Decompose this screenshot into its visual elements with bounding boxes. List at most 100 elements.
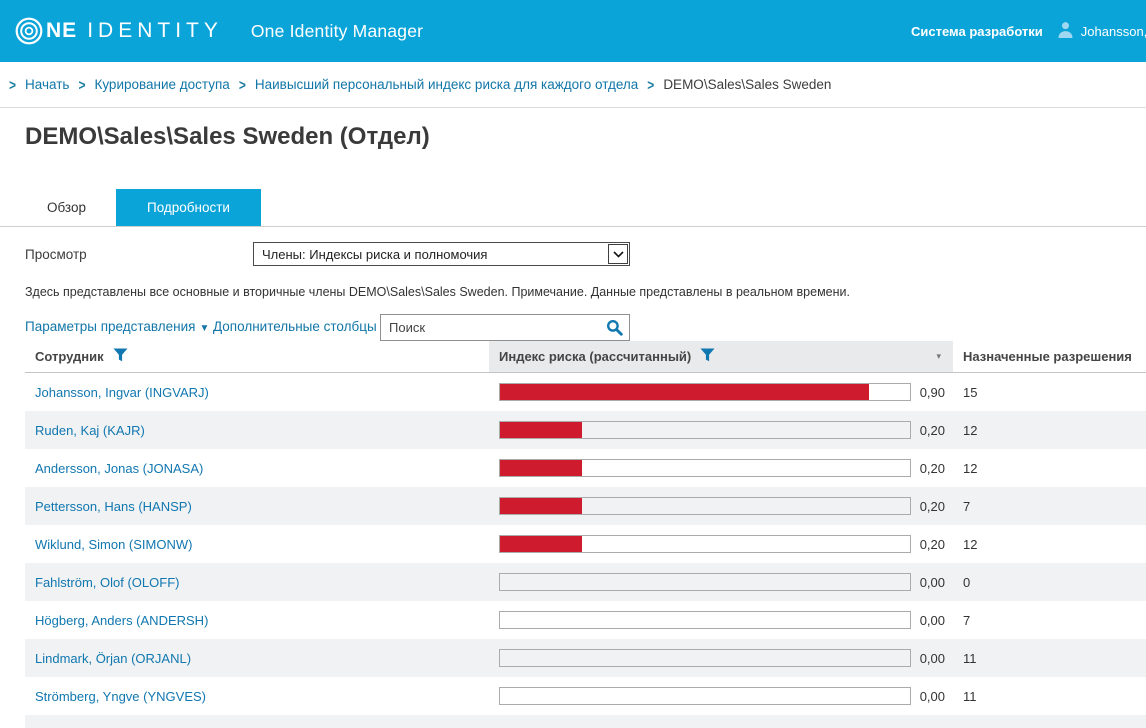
additional-columns-link[interactable]: Дополнительные столбцы [213,319,377,334]
risk-bar-fill [500,536,582,552]
risk-value: 0,00 [920,651,945,666]
permissions-header-label: Назначенные разрешения [963,349,1132,364]
table-row: Wiklund, Simon (SIMONW) 0,20 12 [25,525,1146,563]
members-table: Сотрудник Индекс риска (рассчитанный) ▾ … [25,341,1146,728]
select-dropdown-icon[interactable] [608,244,628,264]
breadcrumb-chevron-icon: > [9,76,16,94]
employee-link[interactable]: Fahlström, Olof (OLOFF) [35,575,179,590]
table-row: Andersson, Jonas (JONASA) 0,20 12 [25,449,1146,487]
product-title: One Identity Manager [251,21,423,42]
risk-value: 0,00 [920,575,945,590]
user-menu[interactable]: Johansson, Ingvar [1057,21,1146,41]
risk-bar [499,421,911,439]
risk-value: 0,00 [920,613,945,628]
app-header: NE IDENTITY One Identity Manager Система… [0,0,1146,62]
employee-link[interactable]: Andersson, Jonas (JONASA) [35,461,203,476]
table-row: Fahlström, Olof (OLOFF) 0,00 0 [25,563,1146,601]
view-label: Просмотр [25,247,253,262]
risk-bar [499,383,911,401]
risk-bar [499,611,911,629]
risk-bar [499,649,911,667]
user-icon [1057,21,1074,41]
tabbar: Обзор Подробности [0,189,1146,227]
risk-value: 0,20 [920,499,945,514]
permissions-value: 0 [963,575,970,590]
risk-bar-fill [500,422,582,438]
risk-bar [499,497,911,515]
brand-identity-text: IDENTITY [87,19,223,43]
table-row: Lindmark, Örjan (ORJANL) 0,00 11 [25,639,1146,677]
view-settings-link[interactable]: Параметры представления ▼ [25,319,209,334]
table-row: Strömberg, Yngve (YNGVES) 0,00 11 [25,677,1146,715]
caret-down-icon: ▼ [199,323,209,334]
user-name: Johansson, Ingvar [1081,24,1146,39]
header-right: Система разработки Johansson, Ingvar [911,0,1146,62]
risk-bar-fill [500,384,869,400]
risk-value: 0,00 [920,689,945,704]
risk-value: 0,20 [920,537,945,552]
permissions-value: 12 [963,423,977,438]
view-select-value: Члены: Индексы риска и полномочия [254,247,608,262]
search-box [380,314,630,341]
risk-bar [499,535,911,553]
tab-details[interactable]: Подробности [116,189,261,226]
table-row: Ruden, Kaj (KAJR) 0,20 12 [25,411,1146,449]
environment-label: Система разработки [911,24,1043,39]
breadcrumb-current: DEMO\Sales\Sales Sweden [663,77,831,92]
one-identity-logo: NE IDENTITY [14,16,223,46]
employee-header-label: Сотрудник [35,349,104,364]
column-header-risk-index[interactable]: Индекс риска (рассчитанный) ▾ [489,341,953,372]
sort-indicator-icon[interactable]: ▾ [936,351,941,362]
risk-bar-fill [500,460,582,476]
employee-link[interactable]: Johansson, Ingvar (INGVARJ) [35,385,209,400]
risk-bar-fill [500,498,582,514]
column-header-permissions[interactable]: Назначенные разрешения [953,341,1146,372]
breadcrumb-chevron-icon: > [647,76,654,94]
permissions-value: 7 [963,499,970,514]
filter-icon[interactable] [113,348,128,365]
table-row-partial [25,715,1146,728]
risk-bar [499,573,911,591]
view-form-row: Просмотр Члены: Индексы риска и полномоч… [25,242,1146,266]
permissions-value: 12 [963,537,977,552]
permissions-value: 7 [963,613,970,628]
breadcrumb-chevron-icon: > [239,76,246,94]
filter-icon[interactable] [700,348,715,365]
breadcrumb: > Начать > Курирование доступа > Наивысш… [0,62,1146,108]
permissions-value: 15 [963,385,977,400]
members-description: Здесь представлены все основные и вторич… [25,285,1146,299]
permissions-value: 11 [963,651,977,666]
risk-index-header-label: Индекс риска (рассчитанный) [499,349,691,364]
table-row: Högberg, Anders (ANDERSH) 0,00 7 [25,601,1146,639]
permissions-value: 12 [963,461,977,476]
employee-link[interactable]: Högberg, Anders (ANDERSH) [35,613,208,628]
view-select[interactable]: Члены: Индексы риска и полномочия [253,242,630,266]
table-row: Johansson, Ingvar (INGVARJ) 0,90 15 [25,373,1146,411]
table-header: Сотрудник Индекс риска (рассчитанный) ▾ … [25,341,1146,373]
page-title: DEMO\Sales\Sales Sweden (Отдел) [25,123,1146,151]
employee-link[interactable]: Ruden, Kaj (KAJR) [35,423,145,438]
employee-link[interactable]: Strömberg, Yngve (YNGVES) [35,689,206,704]
breadcrumb-home[interactable]: Начать [25,77,69,92]
tab-overview[interactable]: Обзор [30,189,103,226]
table-toolbar: Параметры представления ▼ Дополнительные … [25,314,1146,341]
employee-link[interactable]: Wiklund, Simon (SIMONW) [35,537,192,552]
permissions-value: 11 [963,689,977,704]
risk-value: 0,90 [920,385,945,400]
breadcrumb-chevron-icon: > [78,76,85,94]
brand-one-text: NE [46,19,77,43]
risk-bar [499,459,911,477]
breadcrumb-access-governance[interactable]: Курирование доступа [94,77,229,92]
risk-bar [499,687,911,705]
breadcrumb-risk-index-report[interactable]: Наивысший персональный индекс риска для … [255,77,638,92]
employee-link[interactable]: Lindmark, Örjan (ORJANL) [35,651,191,666]
risk-value: 0,20 [920,461,945,476]
view-settings-label: Параметры представления [25,319,195,334]
table-body: Johansson, Ingvar (INGVARJ) 0,90 15 Rude… [25,373,1146,728]
search-icon[interactable] [606,319,623,341]
employee-link[interactable]: Pettersson, Hans (HANSP) [35,499,192,514]
table-row: Pettersson, Hans (HANSP) 0,20 7 [25,487,1146,525]
column-header-employee[interactable]: Сотрудник [25,341,489,372]
search-input[interactable] [380,314,630,341]
risk-value: 0,20 [920,423,945,438]
